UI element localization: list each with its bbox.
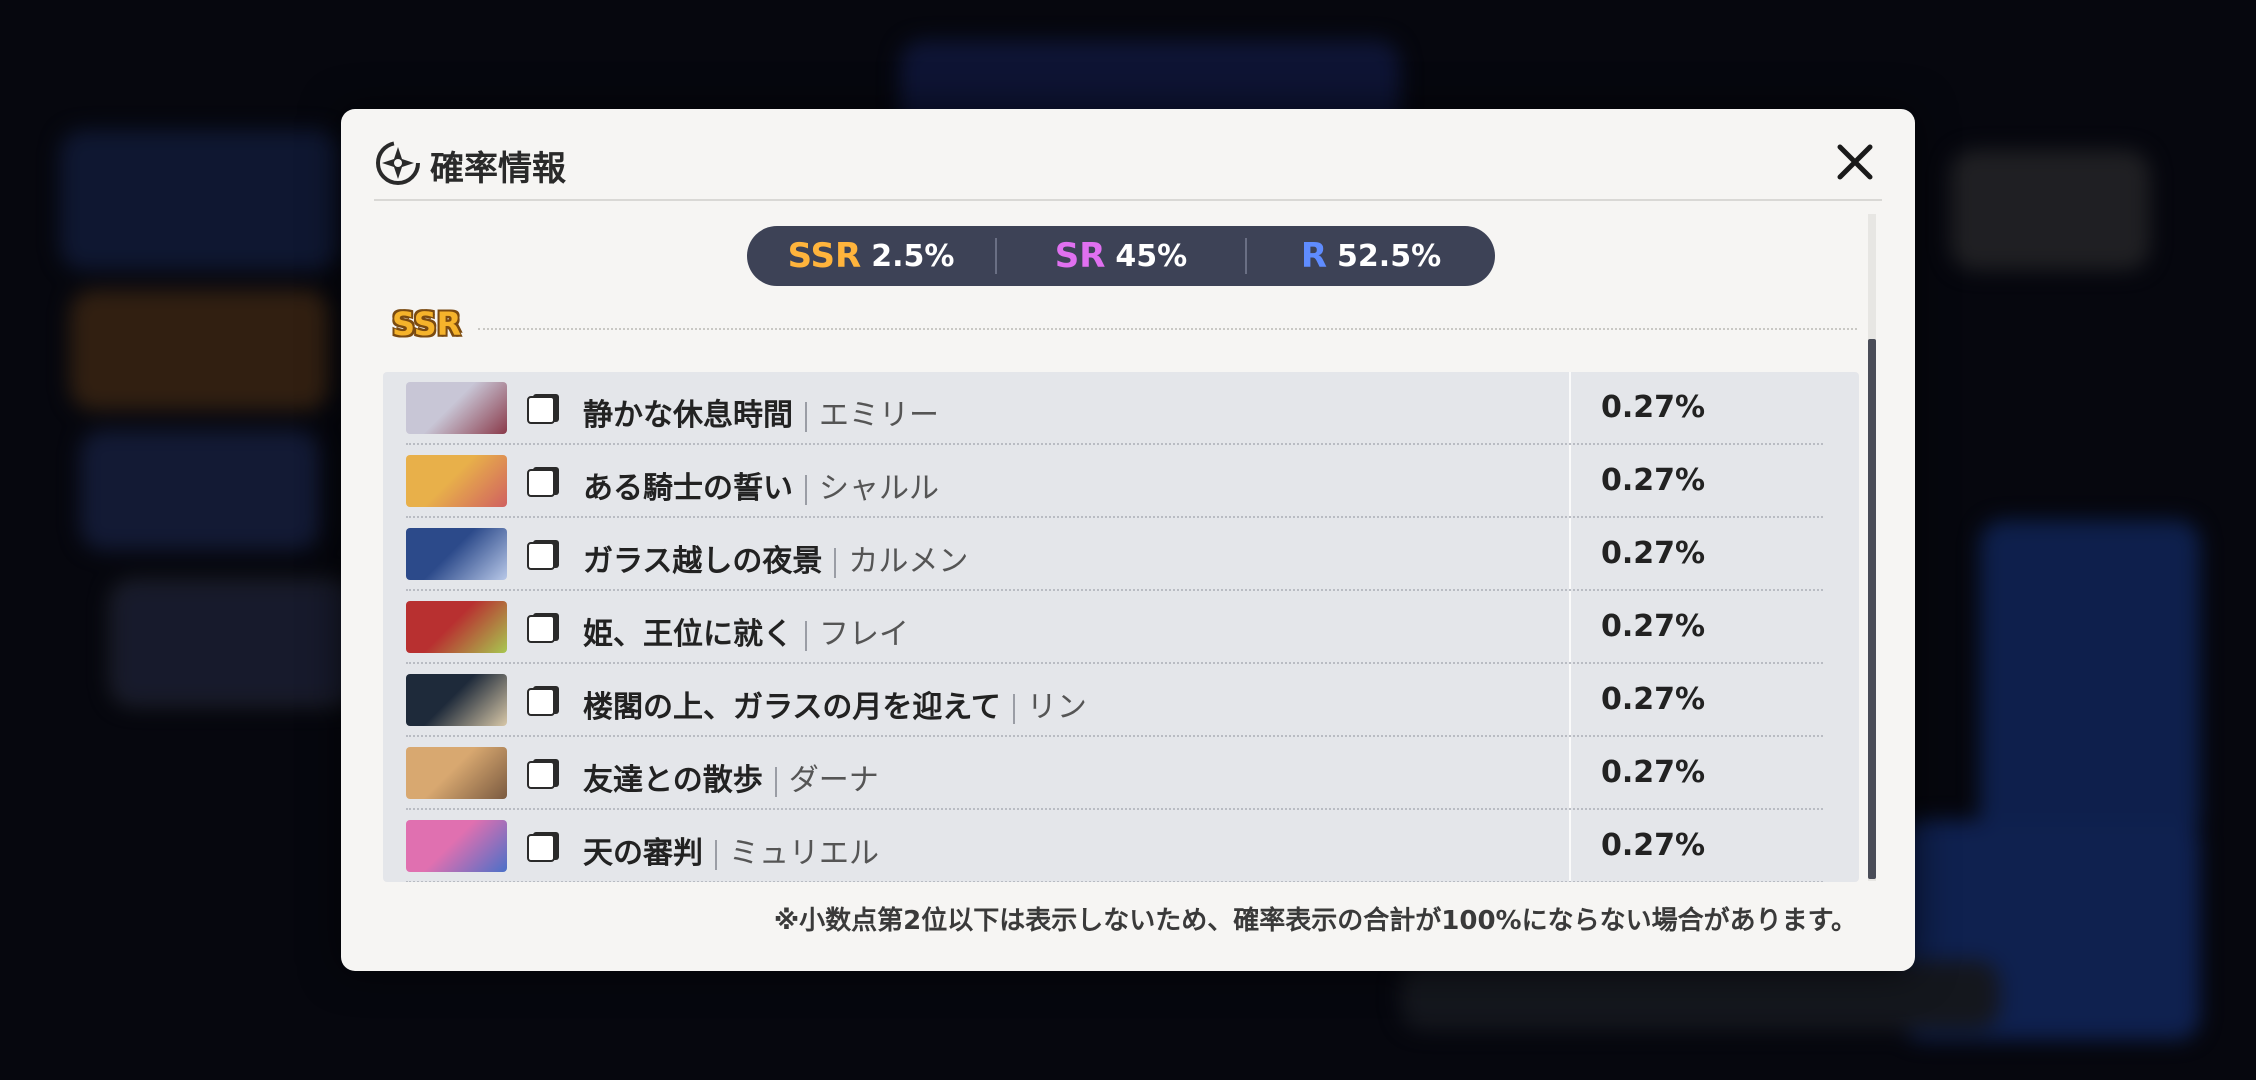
sr-rate: SR 45% xyxy=(997,236,1245,276)
item-name: ガラス越しの夜景 カルメン xyxy=(583,536,968,580)
list-item: 静かな休息時間 エミリー 0.27% xyxy=(383,372,1859,445)
name-divider xyxy=(805,620,807,651)
name-divider xyxy=(774,766,777,797)
r-rate: R 52.5% xyxy=(1247,236,1495,276)
item-character: シャルル xyxy=(819,471,939,506)
card-type-icon xyxy=(527,832,559,862)
item-character: リン xyxy=(1026,690,1087,725)
rarity-rate-summary: SSR 2.5% SR 45% R 52.5% xyxy=(747,226,1495,286)
rounding-footnote: ※小数点第2位以下は表示しないため、確率表示の合計が100%にならない場合があり… xyxy=(773,906,1857,936)
dialog-title: 確率情報 xyxy=(430,149,566,189)
ssr-rate: SSR 2.5% xyxy=(747,236,995,276)
item-character: ダーナ xyxy=(788,763,879,798)
item-character: エミリー xyxy=(819,398,939,433)
item-title: 天の審判 xyxy=(583,836,703,871)
r-value: 52.5% xyxy=(1337,238,1442,274)
item-name: 楼閣の上、ガラスの月を迎えて リン xyxy=(583,682,1087,726)
card-thumbnail xyxy=(406,455,507,507)
item-rate-list[interactable]: 静かな休息時間 エミリー 0.27% ある騎士の誓い シャルル 0.27% ガラス越… xyxy=(383,372,1859,882)
item-name: ある騎士の誓い シャルル xyxy=(583,463,939,507)
list-item: 天の審判 ミュリエル 0.27% xyxy=(383,810,1859,882)
section-label-ssr: SSR xyxy=(392,305,462,343)
item-title: 友達との散歩 xyxy=(583,763,763,798)
item-title: 静かな休息時間 xyxy=(583,398,793,433)
sr-value: 45% xyxy=(1115,238,1188,274)
r-label: R xyxy=(1300,236,1328,276)
card-thumbnail xyxy=(406,528,507,580)
item-rate: 0.27% xyxy=(1600,609,1706,644)
compass-star-icon xyxy=(376,141,420,185)
list-item: 楼閣の上、ガラスの月を迎えて リン 0.27% xyxy=(383,664,1859,737)
card-type-icon xyxy=(527,394,559,424)
card-thumbnail xyxy=(406,382,507,434)
row-divider xyxy=(406,881,1823,882)
card-type-icon xyxy=(527,686,559,716)
list-item: ガラス越しの夜景 カルメン 0.27% xyxy=(383,518,1859,591)
ssr-value: 2.5% xyxy=(871,238,955,274)
card-type-icon xyxy=(527,759,559,789)
card-type-icon xyxy=(527,613,559,643)
scrollbar-thumb[interactable] xyxy=(1868,339,1876,879)
name-divider xyxy=(834,547,837,578)
item-rate: 0.27% xyxy=(1600,755,1706,790)
item-name: 姫、王位に就く フレイ xyxy=(583,609,909,653)
item-name: 天の審判 ミュリエル xyxy=(583,828,879,872)
ssr-label: SSR xyxy=(787,236,862,276)
item-character: フレイ xyxy=(819,617,909,652)
item-rate: 0.27% xyxy=(1600,536,1706,571)
sr-label: SR xyxy=(1054,236,1106,276)
list-item: ある騎士の誓い シャルル 0.27% xyxy=(383,445,1859,518)
name-divider xyxy=(805,474,807,505)
name-divider xyxy=(805,401,807,432)
item-rate: 0.27% xyxy=(1600,390,1706,425)
dialog-header: 確率情報 xyxy=(374,129,1882,201)
item-title: 楼閣の上、ガラスの月を迎えて xyxy=(583,690,1001,725)
card-thumbnail xyxy=(406,674,507,726)
card-thumbnail xyxy=(406,820,507,872)
name-divider xyxy=(715,839,717,870)
item-character: ミュリエル xyxy=(729,836,879,871)
item-title: ガラス越しの夜景 xyxy=(583,544,823,579)
item-name: 静かな休息時間 エミリー xyxy=(583,390,939,434)
list-item: 姫、王位に就く フレイ 0.27% xyxy=(383,591,1859,664)
close-icon[interactable] xyxy=(1830,137,1880,187)
item-title: 姫、王位に就く xyxy=(583,617,793,652)
card-thumbnail xyxy=(406,601,507,653)
section-divider xyxy=(478,328,1857,330)
card-type-icon xyxy=(527,540,559,570)
item-name: 友達との散歩 ダーナ xyxy=(583,755,879,799)
item-title: ある騎士の誓い xyxy=(583,471,793,506)
card-thumbnail xyxy=(406,747,507,799)
item-character: カルメン xyxy=(848,544,969,579)
item-rate: 0.27% xyxy=(1600,682,1706,717)
card-type-icon xyxy=(527,467,559,497)
list-item: 友達との散歩 ダーナ 0.27% xyxy=(383,737,1859,810)
item-rate: 0.27% xyxy=(1600,828,1706,863)
item-rate: 0.27% xyxy=(1600,463,1706,498)
probability-dialog: 確率情報 SSR 2.5% SR 45% R 52.5% SSR 静かな休息時間… xyxy=(341,109,1915,971)
name-divider xyxy=(1012,693,1015,724)
